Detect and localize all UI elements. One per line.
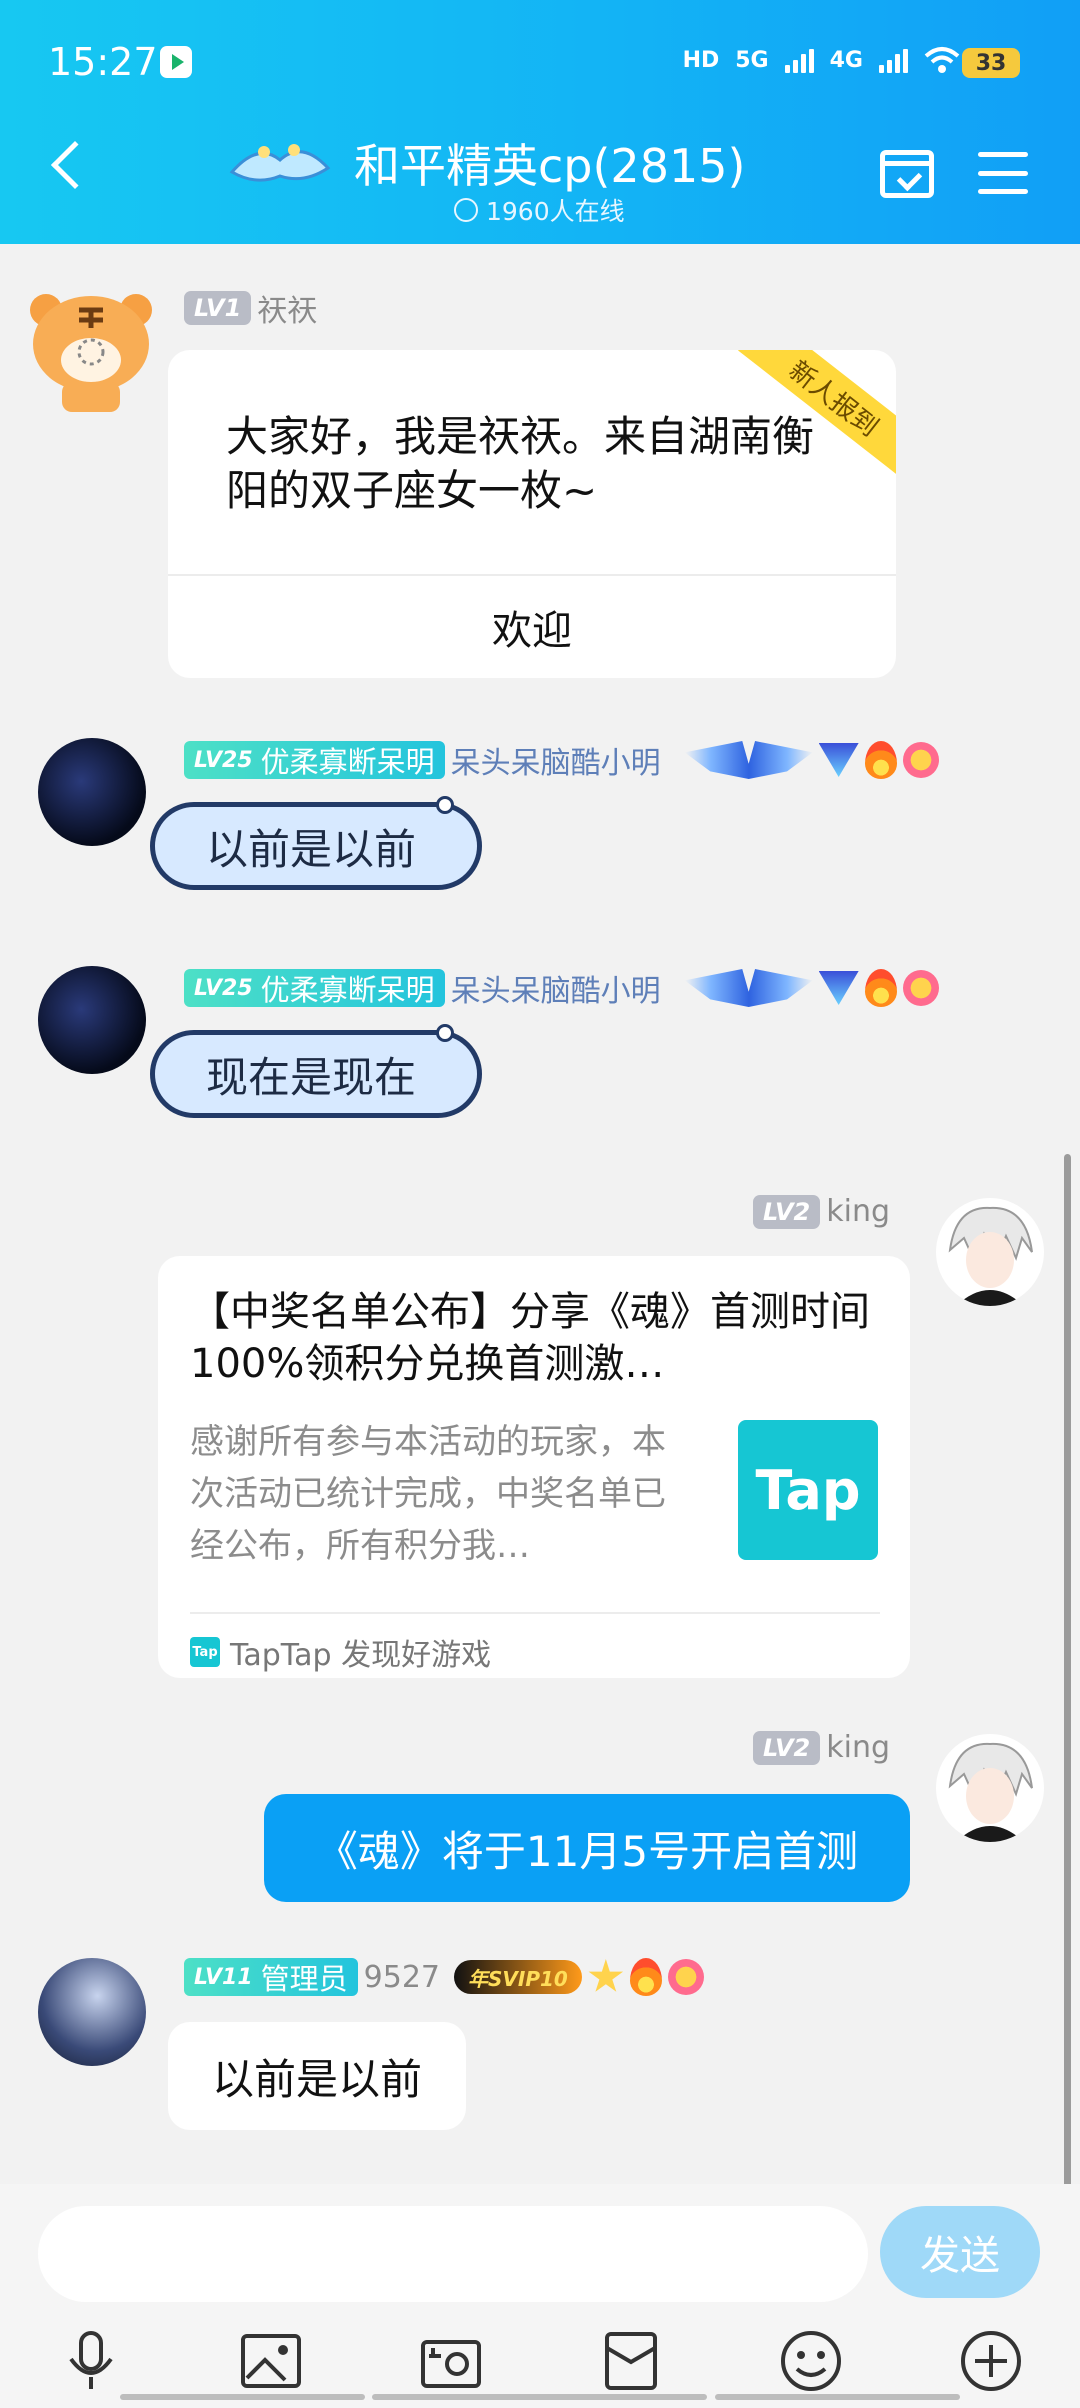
sender-name[interactable]: king bbox=[826, 1730, 890, 1765]
group-logo-icon bbox=[229, 144, 331, 182]
message-input[interactable] bbox=[38, 2206, 868, 2302]
share-source: Tap TapTap 发现好游戏 bbox=[190, 1630, 491, 1674]
nav-indicator bbox=[120, 2394, 365, 2400]
image-icon[interactable] bbox=[236, 2326, 306, 2396]
share-title: 【中奖名单公布】分享《魂》首测时间 100%领积分兑换首测激… bbox=[190, 1289, 870, 1387]
nav-indicator bbox=[372, 2394, 707, 2400]
camera-icon[interactable] bbox=[416, 2326, 486, 2396]
sender-name[interactable]: 9527 bbox=[364, 1960, 440, 1995]
composer: 发送 bbox=[0, 2184, 1080, 2408]
bubble-drop-icon bbox=[436, 796, 454, 814]
online-text: 1960人在线 bbox=[486, 197, 625, 226]
app-notification-icon bbox=[160, 46, 192, 78]
title-badge: LV25 优柔寡断呆明 bbox=[184, 741, 445, 779]
sender-row: LV1 祆祆 bbox=[184, 286, 317, 330]
composer-toolbar bbox=[0, 2320, 1080, 2404]
share-card[interactable]: 【中奖名单公布】分享《魂》首测时间 100%领积分兑换首测激… 感谢所有参与本活… bbox=[158, 1256, 910, 1678]
king-avatar-icon bbox=[948, 1206, 1033, 1306]
sender-row: LV11 管理员 9527 年SVIP10 bbox=[184, 1958, 704, 1996]
red-packet-icon[interactable] bbox=[596, 2326, 666, 2396]
flower-icon bbox=[667, 1959, 704, 1995]
sender-row: LV2 king bbox=[752, 1194, 890, 1229]
sender-name[interactable]: 呆头呆脑酷小明 bbox=[451, 966, 661, 1010]
source-label: TapTap 发现好游戏 bbox=[230, 1638, 492, 1673]
rank-wings-icon bbox=[684, 741, 813, 779]
group-title: 和平精英cp(2815) bbox=[354, 139, 746, 193]
sender-name[interactable]: king bbox=[826, 1194, 890, 1229]
bubble-drop-icon bbox=[436, 1024, 454, 1042]
mic-icon[interactable] bbox=[56, 2326, 126, 2396]
flower-icon bbox=[902, 742, 939, 778]
taptap-source-icon: Tap bbox=[190, 1637, 220, 1667]
sender-row: LV25 优柔寡断呆明 呆头呆脑酷小明 bbox=[184, 966, 939, 1010]
whale-bubble[interactable]: 现在是现在 bbox=[150, 1024, 490, 1120]
menu-icon[interactable] bbox=[978, 152, 1028, 194]
flame-icon bbox=[629, 1958, 662, 1996]
status-time: 15:27 bbox=[48, 40, 158, 84]
battery-indicator: 33 bbox=[962, 48, 1020, 78]
rank-wings-icon bbox=[684, 969, 813, 1007]
v-badge-icon bbox=[818, 971, 859, 1005]
sender-row: LV2 king bbox=[752, 1730, 890, 1765]
send-button[interactable]: 发送 bbox=[880, 2206, 1040, 2298]
level-badge: LV2 bbox=[752, 1194, 821, 1229]
online-count: 1960人在线 bbox=[454, 192, 625, 228]
net2-label: 4G bbox=[829, 47, 863, 73]
message-text: 以前是以前 bbox=[206, 825, 417, 874]
online-check-icon bbox=[454, 198, 478, 222]
svip-badge: 年SVIP10 bbox=[454, 1960, 582, 1994]
sender-name[interactable]: 呆头呆脑酷小明 bbox=[451, 738, 661, 782]
sender-row: LV25 优柔寡断呆明 呆头呆脑酷小明 bbox=[184, 738, 939, 782]
welcome-button[interactable]: 欢迎 bbox=[168, 576, 896, 678]
avatar-king[interactable] bbox=[936, 1734, 1044, 1842]
emoji-icon[interactable] bbox=[776, 2326, 846, 2396]
checkin-calendar-icon[interactable] bbox=[880, 150, 934, 198]
plus-icon[interactable] bbox=[956, 2326, 1026, 2396]
self-message-bubble[interactable]: 《魂》将于11月5号开启首测 bbox=[264, 1794, 910, 1902]
card-divider bbox=[190, 1612, 880, 1614]
flower-icon bbox=[902, 970, 939, 1006]
avatar-user[interactable] bbox=[38, 966, 146, 1074]
signal-icon bbox=[784, 47, 814, 73]
level-badge: LV2 bbox=[752, 1730, 821, 1765]
title-badge: LV25 优柔寡断呆明 bbox=[184, 969, 445, 1007]
message-text: 现在是现在 bbox=[206, 1053, 417, 1102]
intro-card[interactable]: 大家好，我是祆祆。来自湖南衡阳的双子座女一枚~ 新人报到 欢迎 bbox=[168, 350, 896, 678]
signal-icon-2 bbox=[879, 47, 908, 73]
avatar-tiger[interactable] bbox=[24, 282, 158, 412]
level-badge: LV1 bbox=[184, 291, 252, 325]
taptap-thumb: Tap bbox=[738, 1420, 878, 1560]
top-bar: 15:27 HD 5G 4G 33 和平精英cp(2815) 1960人在线 bbox=[0, 0, 1080, 244]
nav-indicator bbox=[715, 2394, 960, 2400]
avatar-admin[interactable] bbox=[38, 1958, 146, 2066]
flame-icon bbox=[864, 741, 897, 779]
star-badge-icon bbox=[588, 1959, 624, 1992]
hd-label: HD bbox=[682, 47, 720, 73]
title-badge: LV11 管理员 bbox=[184, 1958, 358, 1996]
wifi-icon bbox=[924, 47, 960, 73]
avatar-user[interactable] bbox=[38, 738, 146, 846]
message-bubble[interactable]: 以前是以前 bbox=[168, 2022, 466, 2130]
share-desc: 感谢所有参与本活动的玩家，本次活动已统计完成，中奖名单已经公布，所有积分我… bbox=[190, 1422, 666, 1566]
v-badge-icon bbox=[818, 743, 859, 777]
king-avatar-icon bbox=[948, 1742, 1033, 1842]
sender-name[interactable]: 祆祆 bbox=[257, 286, 317, 330]
whale-bubble[interactable]: 以前是以前 bbox=[150, 796, 490, 892]
status-icons: HD 5G 4G bbox=[683, 46, 960, 74]
flame-icon bbox=[864, 969, 897, 1007]
chat-list[interactable]: LV1 祆祆 大家好，我是祆祆。来自湖南衡阳的双子座女一枚~ 新人报到 欢迎 L… bbox=[0, 244, 1080, 2408]
net1-label: 5G bbox=[735, 47, 769, 73]
back-arrow-icon[interactable] bbox=[50, 140, 100, 190]
tiger-avatar-icon bbox=[30, 294, 152, 412]
intro-text: 大家好，我是祆祆。来自湖南衡阳的双子座女一枚~ bbox=[226, 412, 815, 515]
avatar-king[interactable] bbox=[936, 1198, 1044, 1306]
